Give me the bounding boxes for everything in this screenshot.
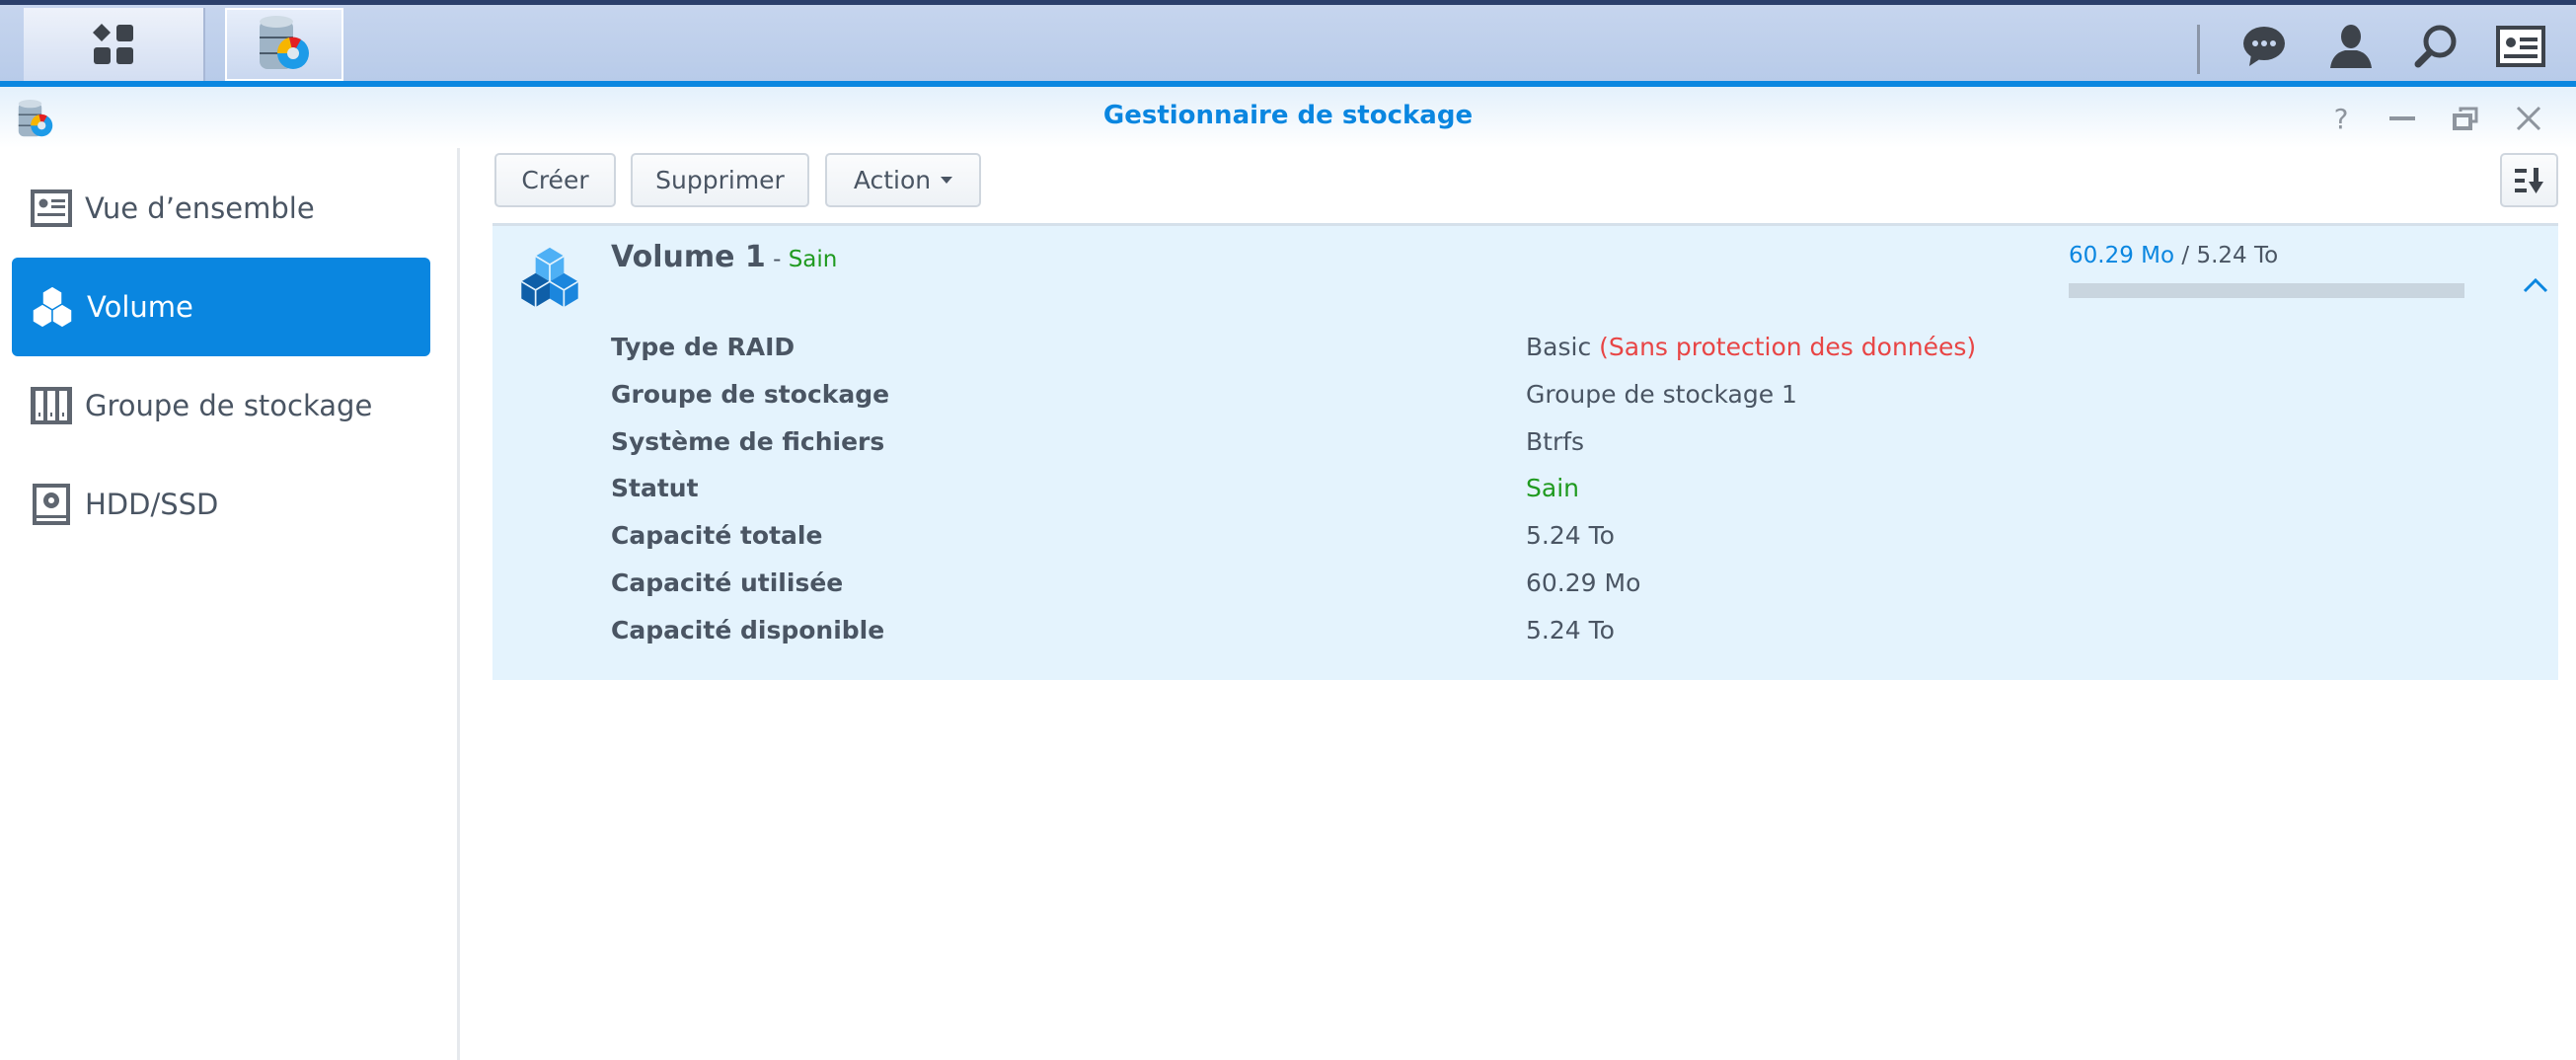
- hdd-icon: [33, 484, 70, 525]
- chevron-up-icon: [2523, 277, 2548, 293]
- sidebar: Vue d’ensemble Volume Groupe de stockage…: [0, 148, 460, 1060]
- action-dropdown[interactable]: Action: [825, 153, 981, 207]
- detail-row-raid-type: Type de RAID Basic (Sans protection des d…: [611, 333, 2486, 372]
- usage-bar: [2069, 283, 2464, 298]
- detail-value: Basic (Sans protection des données): [1526, 333, 1976, 361]
- usage-text: 60.29 Mo / 5.24 To: [2069, 243, 2278, 268]
- sidebar-item-label: Groupe de stockage: [85, 389, 373, 422]
- window-title: Gestionnaire de stockage: [1102, 101, 1474, 130]
- detail-label: Capacité totale: [611, 521, 823, 550]
- sidebar-item-volume[interactable]: Volume: [12, 258, 430, 356]
- create-button[interactable]: Créer: [494, 153, 616, 207]
- minimize-button[interactable]: [2383, 99, 2422, 138]
- detail-value: Sain: [1526, 474, 1579, 502]
- overview-icon: [31, 189, 72, 227]
- sidebar-item-hdd-ssd[interactable]: HDD/SSD: [12, 455, 430, 554]
- sidebar-item-overview[interactable]: Vue d’ensemble: [12, 159, 430, 258]
- detail-row-available-capacity: Capacité disponible 5.24 To: [611, 616, 2486, 655]
- detail-row-storage-pool: Groupe de stockage Groupe de stockage 1: [611, 380, 2486, 419]
- title-separator: -: [765, 247, 789, 272]
- collapse-button[interactable]: [2516, 265, 2555, 305]
- caret-down-icon: [941, 177, 953, 184]
- main-menu-icon: [93, 24, 133, 64]
- detail-label: Capacité disponible: [611, 616, 885, 644]
- raid-type-value: Basic: [1526, 333, 1592, 361]
- user-icon: [2330, 25, 2372, 68]
- usage-separator: /: [2174, 243, 2197, 268]
- detail-label: Système de fichiers: [611, 427, 885, 456]
- action-label: Action: [853, 166, 932, 194]
- volume-cubes-icon: [520, 247, 579, 308]
- sort-button[interactable]: [2500, 153, 2558, 207]
- close-button[interactable]: [2509, 99, 2548, 138]
- minimize-icon: [2389, 116, 2415, 120]
- volume-icon: [32, 285, 73, 329]
- user-button[interactable]: [2325, 21, 2377, 72]
- sidebar-item-storage-pool[interactable]: Groupe de stockage: [12, 356, 430, 455]
- detail-row-status: Statut Sain: [611, 474, 2486, 513]
- main-menu-button[interactable]: [24, 8, 205, 81]
- window-titlebar[interactable]: Gestionnaire de stockage ?: [0, 87, 2576, 148]
- detail-label: Groupe de stockage: [611, 380, 890, 409]
- detail-value: Btrfs: [1526, 427, 1585, 456]
- sidebar-item-label: Volume: [87, 290, 193, 324]
- volume-status: Sain: [788, 247, 838, 272]
- search-icon: [2414, 25, 2457, 68]
- taskbar-divider: [2197, 25, 2200, 74]
- detail-value: 60.29 Mo: [1526, 568, 1641, 597]
- sidebar-item-label: HDD/SSD: [85, 488, 219, 521]
- raid-warning: (Sans protection des données): [1599, 333, 1977, 361]
- storage-manager-icon: [260, 16, 309, 69]
- used-capacity: 60.29 Mo: [2069, 243, 2175, 268]
- search-button[interactable]: [2410, 21, 2462, 72]
- storage-manager-taskbar-button[interactable]: [225, 8, 343, 81]
- widgets-button[interactable]: [2495, 21, 2546, 72]
- volume-panel[interactable]: Volume 1 - Sain 60.29 Mo / 5.24 To Type …: [492, 223, 2558, 680]
- volume-title: Volume 1 - Sain: [611, 240, 837, 274]
- restore-icon: [2453, 107, 2478, 130]
- total-capacity: 5.24 To: [2196, 243, 2279, 268]
- detail-value: 5.24 To: [1526, 616, 1615, 644]
- storage-pool-icon: [31, 387, 72, 424]
- close-icon: [2516, 106, 2541, 131]
- widgets-icon: [2496, 26, 2545, 67]
- taskbar: [0, 0, 2576, 81]
- sidebar-item-label: Vue d’ensemble: [85, 191, 315, 225]
- detail-row-total-capacity: Capacité totale 5.24 To: [611, 521, 2486, 561]
- delete-button[interactable]: Supprimer: [631, 153, 809, 207]
- volume-name: Volume 1: [611, 240, 766, 274]
- detail-value: Groupe de stockage 1: [1526, 380, 1797, 409]
- chat-button[interactable]: [2238, 21, 2290, 72]
- detail-label: Capacité utilisée: [611, 568, 844, 597]
- detail-label: Statut: [611, 474, 699, 502]
- detail-value: 5.24 To: [1526, 521, 1615, 550]
- sort-icon: [2514, 167, 2543, 193]
- chat-icon: [2243, 27, 2285, 66]
- help-button[interactable]: ?: [2321, 99, 2361, 138]
- restore-button[interactable]: [2446, 99, 2485, 138]
- help-icon: ?: [2333, 102, 2349, 135]
- detail-label: Type de RAID: [611, 333, 796, 361]
- detail-row-filesystem: Système de fichiers Btrfs: [611, 427, 2486, 467]
- detail-row-used-capacity: Capacité utilisée 60.29 Mo: [611, 568, 2486, 608]
